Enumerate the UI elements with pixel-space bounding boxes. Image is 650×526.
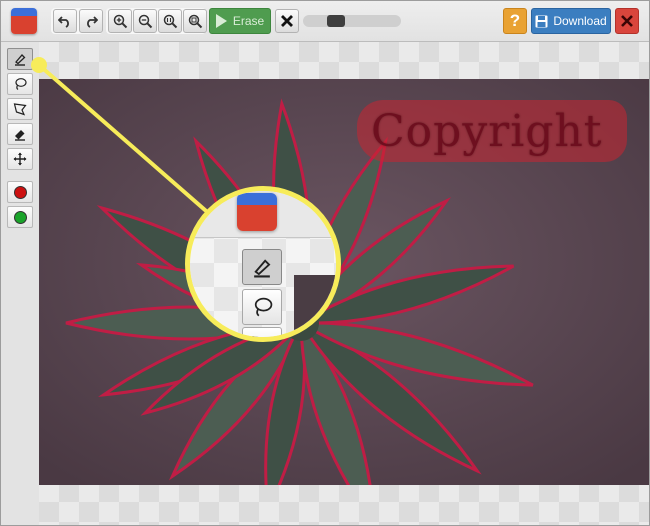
zoomed-polygon-lasso-tool <box>242 327 282 337</box>
zoomed-marker-tool <box>242 249 282 285</box>
polygon-lasso-tool-button[interactable] <box>7 98 33 120</box>
help-button[interactable]: ? <box>503 8 527 34</box>
marker-icon <box>15 54 26 66</box>
editor-canvas[interactable]: Copyright <box>39 42 649 525</box>
red-swatch-icon <box>13 185 27 199</box>
redo-icon <box>87 16 98 28</box>
close-icon <box>621 15 633 27</box>
zoomed-app-logo-icon <box>237 193 277 231</box>
green-swatch-icon <box>13 210 27 224</box>
zoom-in-button[interactable] <box>108 9 132 33</box>
copyright-watermark: Copyright <box>371 106 603 157</box>
floppy-disk-icon <box>535 15 548 27</box>
undo-button[interactable] <box>53 9 77 33</box>
lasso-tool-button[interactable] <box>7 73 33 95</box>
lasso-icon <box>15 78 27 90</box>
zoom-actual-size-button[interactable] <box>158 9 182 33</box>
move-icon <box>13 152 27 166</box>
download-button[interactable]: Download <box>531 8 611 34</box>
eraser-icon <box>15 130 25 141</box>
zoomed-marker-icon <box>254 259 271 278</box>
zoom-out-icon <box>138 14 152 28</box>
download-button-label: Download <box>553 14 607 28</box>
close-button[interactable] <box>615 8 639 34</box>
zoom-in-icon <box>113 14 127 28</box>
app-window: Erase ? Download Copyright <box>0 0 650 526</box>
eraser-tool-button[interactable] <box>7 123 33 145</box>
brush-size-slider[interactable] <box>303 15 401 27</box>
marker-tool-button[interactable] <box>7 48 33 70</box>
zoom-fit-icon <box>188 14 202 28</box>
erase-button[interactable]: Erase <box>209 8 271 34</box>
top-toolbar: Erase ? Download <box>1 1 649 42</box>
erase-button-label: Erase <box>232 14 265 28</box>
play-icon <box>215 14 227 28</box>
clear-button[interactable] <box>275 9 299 33</box>
polygon-lasso-icon <box>13 103 27 116</box>
zoomed-polygon-lasso-icon <box>252 336 259 337</box>
x-icon <box>281 15 293 27</box>
move-tool-button[interactable] <box>7 148 33 170</box>
app-logo-icon <box>11 8 37 34</box>
zoom-actual-size-icon <box>163 14 177 28</box>
zoomed-toolbar <box>190 191 336 238</box>
zoomed-photo-corner <box>294 275 336 337</box>
zoom-out-button[interactable] <box>133 9 157 33</box>
slider-handle[interactable] <box>327 15 345 27</box>
undo-icon <box>58 16 69 28</box>
zoom-callout <box>185 186 341 342</box>
zoomed-lasso-tool <box>242 289 282 325</box>
help-button-label: ? <box>509 11 521 30</box>
remove-color-button[interactable] <box>7 181 33 203</box>
redo-button[interactable] <box>79 9 103 33</box>
zoomed-lasso-icon <box>254 297 273 317</box>
tool-sidebar <box>7 48 33 234</box>
keep-color-button[interactable] <box>7 206 33 228</box>
zoom-fit-button[interactable] <box>183 9 207 33</box>
